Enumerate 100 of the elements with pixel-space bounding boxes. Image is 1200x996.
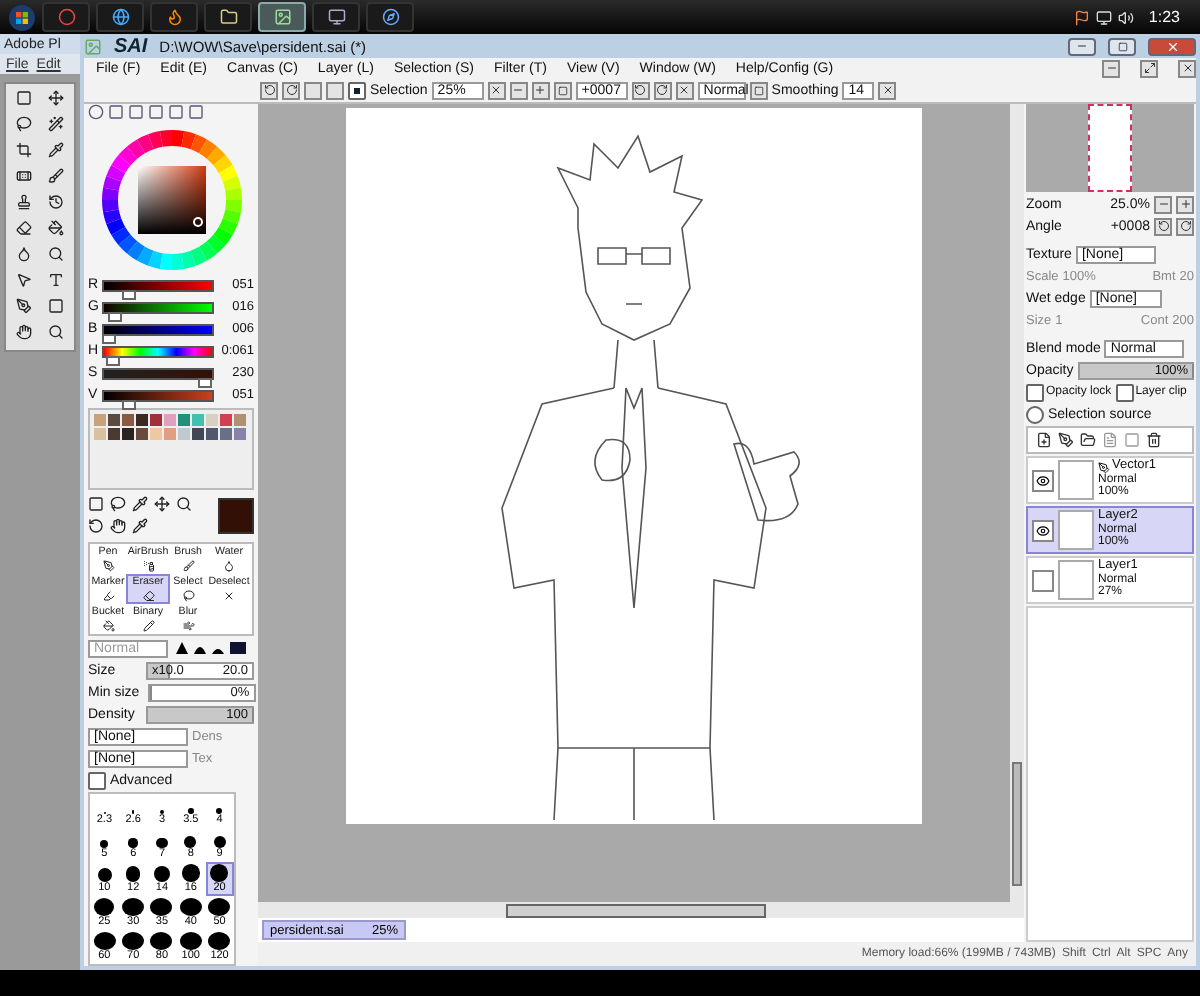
square-icon[interactable]	[48, 298, 65, 314]
monitor-icon[interactable]	[327, 8, 345, 26]
stamp-icon[interactable]	[15, 194, 32, 210]
slider-thumb[interactable]	[121, 289, 136, 300]
rotate-icon[interactable]	[88, 517, 104, 534]
color-swatch[interactable]	[220, 427, 232, 440]
flag-icon[interactable]	[1074, 9, 1091, 25]
color-swatch[interactable]	[94, 427, 106, 440]
brush-icon[interactable]	[48, 168, 65, 184]
undo-button[interactable]	[260, 81, 278, 99]
close-button[interactable]	[878, 81, 897, 99]
color-swatch[interactable]	[122, 413, 134, 426]
restore-button[interactable]	[1140, 59, 1158, 77]
circle-icon[interactable]	[57, 8, 75, 26]
rotate-button[interactable]	[1176, 217, 1194, 235]
color-swatch[interactable]	[192, 413, 204, 426]
color-swatch[interactable]	[136, 413, 148, 426]
toolbar-button[interactable]	[749, 81, 768, 99]
color-swatch[interactable]	[192, 427, 204, 440]
slider-thumb[interactable]	[105, 355, 120, 366]
color-swatch[interactable]	[164, 427, 176, 440]
image-icon[interactable]	[273, 8, 291, 26]
color-swatch[interactable]	[220, 413, 232, 426]
document-icon[interactable]	[1102, 432, 1118, 448]
visibility-toggle[interactable]	[1032, 569, 1054, 591]
taskbar-app-button[interactable]	[204, 2, 252, 32]
pen-icon[interactable]	[15, 298, 32, 314]
zoom-icon[interactable]	[176, 495, 192, 512]
taskbar-app-button[interactable]	[150, 2, 198, 32]
color-swatch[interactable]	[94, 413, 106, 426]
rotate-button[interactable]	[1154, 217, 1172, 235]
globe-icon[interactable]	[111, 8, 129, 26]
color-swatch[interactable]	[178, 427, 190, 440]
pipette-icon[interactable]	[132, 495, 148, 512]
minimize-button[interactable]	[1068, 37, 1096, 55]
color-swatch[interactable]	[108, 427, 120, 440]
color-swatch[interactable]	[234, 413, 246, 426]
zoom-button[interactable]	[487, 81, 506, 99]
marquee-icon[interactable]	[88, 495, 104, 512]
pointer-icon[interactable]	[15, 272, 32, 288]
pipette-icon[interactable]	[48, 142, 65, 158]
type-icon[interactable]	[48, 272, 65, 288]
color-wheel-drawing[interactable]	[99, 127, 243, 272]
color-swatch[interactable]	[234, 427, 246, 440]
search-icon[interactable]	[48, 246, 65, 262]
color-swatch[interactable]	[136, 427, 148, 440]
trash-icon[interactable]	[1146, 432, 1162, 448]
slider-thumb[interactable]	[107, 311, 122, 322]
horizontal-scrollbar[interactable]	[258, 902, 1024, 918]
zoom-in-button[interactable]	[531, 81, 550, 99]
taskbar-app-button[interactable]	[96, 2, 144, 32]
slider-thumb[interactable]	[121, 399, 136, 410]
eraser-icon[interactable]	[15, 220, 32, 236]
move-icon[interactable]	[154, 495, 170, 512]
color-swatch[interactable]	[178, 413, 190, 426]
hand-icon[interactable]	[15, 324, 32, 340]
zoom-reset-button[interactable]	[553, 81, 572, 99]
start-orb-icon[interactable]	[8, 3, 36, 31]
rotate-right-button[interactable]	[653, 81, 672, 99]
folder-icon[interactable]	[1080, 432, 1096, 448]
visibility-toggle[interactable]	[1032, 469, 1054, 491]
bandage-icon[interactable]	[15, 168, 32, 184]
color-swatch[interactable]	[206, 427, 218, 440]
network-icon[interactable]	[1096, 9, 1113, 25]
slider-thumb[interactable]	[197, 377, 212, 388]
marquee-icon[interactable]	[15, 90, 32, 106]
flame-icon[interactable]	[165, 8, 183, 26]
move-icon[interactable]	[48, 90, 65, 106]
compass-icon[interactable]	[381, 8, 399, 26]
zoom-icon[interactable]	[48, 324, 65, 340]
redo-button[interactable]	[282, 81, 300, 99]
color-swatch[interactable]	[150, 413, 162, 426]
vertical-scrollbar[interactable]	[1010, 104, 1024, 902]
color-swatch[interactable]	[164, 413, 176, 426]
color-swatch[interactable]	[108, 413, 120, 426]
rotate-left-button[interactable]	[631, 81, 650, 99]
wand-icon[interactable]	[48, 116, 65, 132]
rotate-reset-button[interactable]	[675, 81, 694, 99]
hand-icon[interactable]	[110, 517, 126, 534]
volume-icon[interactable]	[1118, 9, 1135, 25]
current-color-swatch[interactable]	[218, 498, 254, 535]
visibility-toggle[interactable]	[1032, 519, 1054, 541]
lasso-icon[interactable]	[15, 116, 32, 132]
droplet-icon[interactable]	[15, 246, 32, 262]
bucket-icon[interactable]	[48, 220, 65, 236]
slider-thumb[interactable]	[102, 333, 117, 344]
close-button[interactable]	[1178, 59, 1196, 77]
taskbar-app-button[interactable]	[366, 2, 414, 32]
minimize-button[interactable]	[1102, 59, 1120, 77]
new-layer-icon[interactable]	[1036, 432, 1052, 448]
brush-shape-icons[interactable]	[172, 640, 248, 657]
color-swatch[interactable]	[150, 427, 162, 440]
vector-layer-icon[interactable]	[1058, 432, 1074, 448]
color-wheel-tab-icon[interactable]	[88, 104, 104, 120]
color-swatch[interactable]	[122, 427, 134, 440]
maximize-button[interactable]	[1108, 37, 1136, 55]
taskbar-app-button[interactable]	[312, 2, 360, 32]
color-swatch[interactable]	[206, 413, 218, 426]
lasso-icon[interactable]	[110, 495, 126, 512]
history-icon[interactable]	[48, 194, 65, 210]
